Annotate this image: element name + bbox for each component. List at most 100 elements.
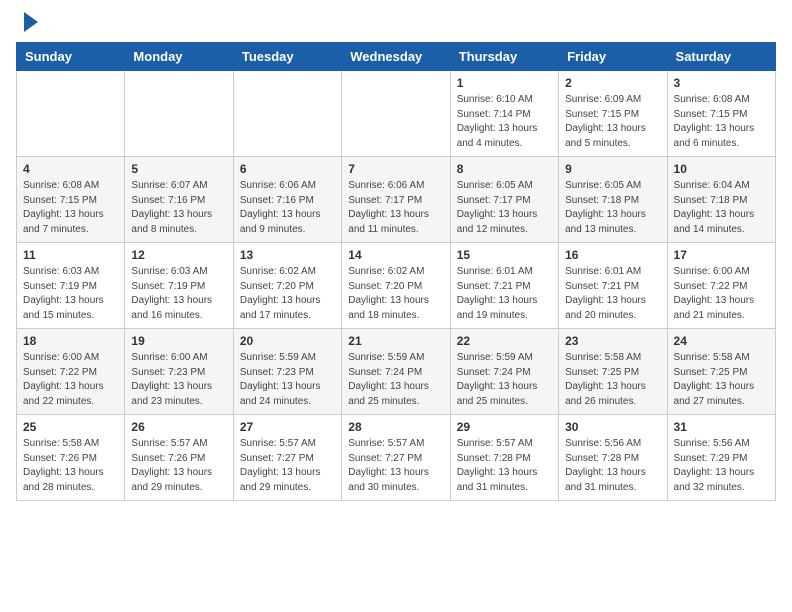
day-number: 4: [23, 162, 118, 176]
weekday-header-sunday: Sunday: [17, 43, 125, 71]
calendar-cell: 28 Sunrise: 5:57 AM Sunset: 7:27 PM Dayli…: [342, 415, 450, 501]
calendar-cell: 12 Sunrise: 6:03 AM Sunset: 7:19 PM Dayli…: [125, 243, 233, 329]
day-info: Sunrise: 6:00 AM Sunset: 7:23 PM Dayligh…: [131, 351, 226, 409]
calendar-week-row: 25Sunrise: 5:58 AM Sunset: 7:26 PM Dayli…: [17, 415, 776, 501]
day-number: 18: [23, 334, 118, 348]
day-info: Sunrise: 6:01 AM Sunset: 7:21 PM Dayligh…: [457, 265, 552, 323]
day-number: 3: [674, 76, 769, 90]
day-number: 30: [565, 420, 660, 434]
day-info: Sunrise: 6:05 AM Sunset: 7:18 PM Dayligh…: [565, 179, 660, 237]
calendar-cell: 26 Sunrise: 5:57 AM Sunset: 7:26 PM Dayli…: [125, 415, 233, 501]
day-info: Sunrise: 6:04 AM Sunset: 7:18 PM Dayligh…: [674, 179, 769, 237]
day-number: 7: [348, 162, 443, 176]
day-number: 31: [674, 420, 769, 434]
calendar-cell: 25Sunrise: 5:58 AM Sunset: 7:26 PM Dayli…: [17, 415, 125, 501]
calendar-week-row: 4 Sunrise: 6:08 AM Sunset: 7:15 PM Daylig…: [17, 157, 776, 243]
day-number: 16: [565, 248, 660, 262]
calendar-cell: 17 Sunrise: 6:00 AM Sunset: 7:22 PM Dayli…: [667, 243, 775, 329]
calendar-cell: [125, 71, 233, 157]
calendar-week-row: 1 Sunrise: 6:10 AM Sunset: 7:14 PM Daylig…: [17, 71, 776, 157]
calendar-cell: 15 Sunrise: 6:01 AM Sunset: 7:21 PM Dayli…: [450, 243, 558, 329]
day-number: 1: [457, 76, 552, 90]
day-info: Sunrise: 5:59 AM Sunset: 7:24 PM Dayligh…: [457, 351, 552, 409]
logo-arrow-icon: [24, 12, 38, 32]
day-info: Sunrise: 6:05 AM Sunset: 7:17 PM Dayligh…: [457, 179, 552, 237]
calendar-cell: 10 Sunrise: 6:04 AM Sunset: 7:18 PM Dayli…: [667, 157, 775, 243]
weekday-header-saturday: Saturday: [667, 43, 775, 71]
calendar-cell: 13Sunrise: 6:02 AM Sunset: 7:20 PM Dayli…: [233, 243, 341, 329]
day-info: Sunrise: 6:00 AM Sunset: 7:22 PM Dayligh…: [674, 265, 769, 323]
day-number: 26: [131, 420, 226, 434]
calendar-cell: 21 Sunrise: 5:59 AM Sunset: 7:24 PM Dayli…: [342, 329, 450, 415]
calendar-cell: 8 Sunrise: 6:05 AM Sunset: 7:17 PM Daylig…: [450, 157, 558, 243]
day-number: 10: [674, 162, 769, 176]
day-info: Sunrise: 6:00 AM Sunset: 7:22 PM Dayligh…: [23, 351, 118, 409]
day-info: Sunrise: 6:10 AM Sunset: 7:14 PM Dayligh…: [457, 93, 552, 151]
day-info: Sunrise: 6:06 AM Sunset: 7:16 PM Dayligh…: [240, 179, 335, 237]
day-number: 17: [674, 248, 769, 262]
weekday-header-friday: Friday: [559, 43, 667, 71]
calendar-cell: 24 Sunrise: 5:58 AM Sunset: 7:25 PM Dayli…: [667, 329, 775, 415]
calendar-cell: 1 Sunrise: 6:10 AM Sunset: 7:14 PM Daylig…: [450, 71, 558, 157]
day-number: 14: [348, 248, 443, 262]
day-number: 21: [348, 334, 443, 348]
weekday-header-tuesday: Tuesday: [233, 43, 341, 71]
calendar-cell: 31 Sunrise: 5:56 AM Sunset: 7:29 PM Dayli…: [667, 415, 775, 501]
weekday-header-thursday: Thursday: [450, 43, 558, 71]
calendar-cell: 23 Sunrise: 5:58 AM Sunset: 7:25 PM Dayli…: [559, 329, 667, 415]
day-number: 24: [674, 334, 769, 348]
day-number: 12: [131, 248, 226, 262]
day-number: 25: [23, 420, 118, 434]
day-number: 9: [565, 162, 660, 176]
day-info: Sunrise: 6:02 AM Sunset: 7:20 PM Dayligh…: [240, 265, 335, 323]
day-number: 15: [457, 248, 552, 262]
calendar-cell: 6 Sunrise: 6:06 AM Sunset: 7:16 PM Daylig…: [233, 157, 341, 243]
calendar-cell: 19 Sunrise: 6:00 AM Sunset: 7:23 PM Dayli…: [125, 329, 233, 415]
day-info: Sunrise: 6:03 AM Sunset: 7:19 PM Dayligh…: [131, 265, 226, 323]
calendar-cell: 3 Sunrise: 6:08 AM Sunset: 7:15 PM Daylig…: [667, 71, 775, 157]
day-number: 8: [457, 162, 552, 176]
day-info: Sunrise: 5:58 AM Sunset: 7:25 PM Dayligh…: [674, 351, 769, 409]
day-info: Sunrise: 5:58 AM Sunset: 7:25 PM Dayligh…: [565, 351, 660, 409]
day-number: 20: [240, 334, 335, 348]
weekday-header-wednesday: Wednesday: [342, 43, 450, 71]
day-number: 11: [23, 248, 118, 262]
day-info: Sunrise: 6:01 AM Sunset: 7:21 PM Dayligh…: [565, 265, 660, 323]
day-number: 22: [457, 334, 552, 348]
day-info: Sunrise: 6:08 AM Sunset: 7:15 PM Dayligh…: [23, 179, 118, 237]
calendar-cell: 30 Sunrise: 5:56 AM Sunset: 7:28 PM Dayli…: [559, 415, 667, 501]
page-header: [16, 16, 776, 32]
day-number: 28: [348, 420, 443, 434]
calendar-cell: 9 Sunrise: 6:05 AM Sunset: 7:18 PM Daylig…: [559, 157, 667, 243]
day-number: 5: [131, 162, 226, 176]
day-info: Sunrise: 6:08 AM Sunset: 7:15 PM Dayligh…: [674, 93, 769, 151]
day-number: 2: [565, 76, 660, 90]
logo: [16, 16, 38, 32]
day-info: Sunrise: 6:03 AM Sunset: 7:19 PM Dayligh…: [23, 265, 118, 323]
calendar-week-row: 11 Sunrise: 6:03 AM Sunset: 7:19 PM Dayli…: [17, 243, 776, 329]
day-number: 29: [457, 420, 552, 434]
calendar-cell: 29Sunrise: 5:57 AM Sunset: 7:28 PM Dayli…: [450, 415, 558, 501]
day-number: 19: [131, 334, 226, 348]
calendar-cell: [17, 71, 125, 157]
day-info: Sunrise: 5:56 AM Sunset: 7:28 PM Dayligh…: [565, 437, 660, 495]
calendar-cell: 16 Sunrise: 6:01 AM Sunset: 7:21 PM Dayli…: [559, 243, 667, 329]
calendar-table: SundayMondayTuesdayWednesdayThursdayFrid…: [16, 42, 776, 501]
calendar-cell: 27 Sunrise: 5:57 AM Sunset: 7:27 PM Dayli…: [233, 415, 341, 501]
day-info: Sunrise: 5:57 AM Sunset: 7:27 PM Dayligh…: [240, 437, 335, 495]
calendar-cell: 20Sunrise: 5:59 AM Sunset: 7:23 PM Dayli…: [233, 329, 341, 415]
calendar-cell: [342, 71, 450, 157]
day-info: Sunrise: 5:56 AM Sunset: 7:29 PM Dayligh…: [674, 437, 769, 495]
calendar-cell: 5Sunrise: 6:07 AM Sunset: 7:16 PM Daylig…: [125, 157, 233, 243]
day-number: 6: [240, 162, 335, 176]
calendar-cell: 2Sunrise: 6:09 AM Sunset: 7:15 PM Daylig…: [559, 71, 667, 157]
day-number: 27: [240, 420, 335, 434]
day-info: Sunrise: 5:57 AM Sunset: 7:26 PM Dayligh…: [131, 437, 226, 495]
calendar-week-row: 18 Sunrise: 6:00 AM Sunset: 7:22 PM Dayli…: [17, 329, 776, 415]
day-info: Sunrise: 5:59 AM Sunset: 7:24 PM Dayligh…: [348, 351, 443, 409]
day-info: Sunrise: 6:02 AM Sunset: 7:20 PM Dayligh…: [348, 265, 443, 323]
calendar-cell: [233, 71, 341, 157]
day-number: 23: [565, 334, 660, 348]
calendar-cell: 22 Sunrise: 5:59 AM Sunset: 7:24 PM Dayli…: [450, 329, 558, 415]
day-info: Sunrise: 5:57 AM Sunset: 7:27 PM Dayligh…: [348, 437, 443, 495]
